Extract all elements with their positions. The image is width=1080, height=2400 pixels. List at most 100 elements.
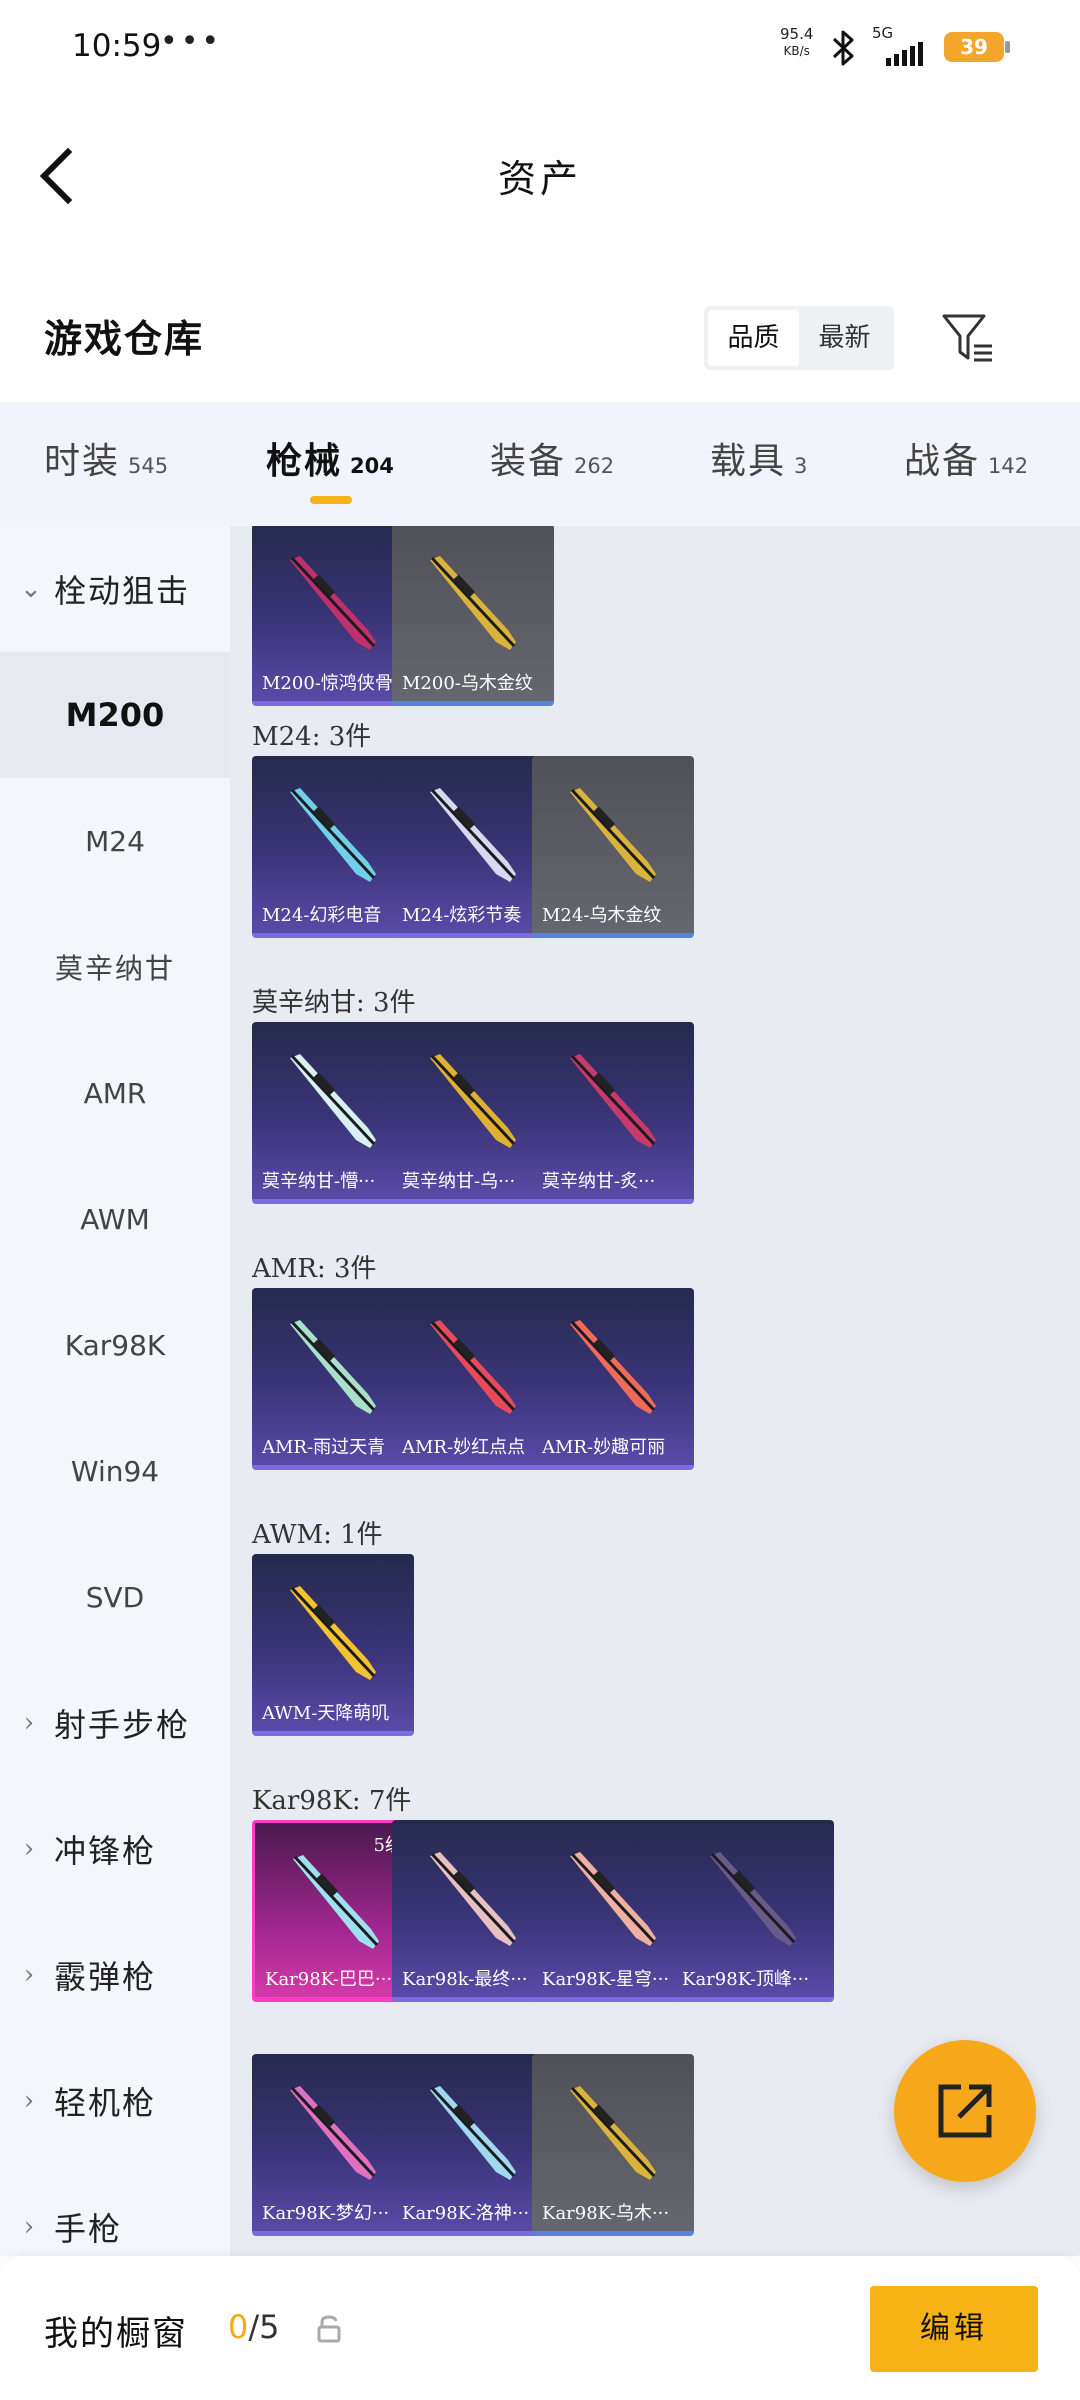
tab-label: 时装 [44,441,121,482]
sort-quality-button[interactable]: 品质 [708,310,799,366]
skin-name: AMR-妙红点点 [402,1437,526,1458]
weapon-skin-card[interactable]: 5级 Kar98K-巴巴··· [252,1820,414,2002]
sidebar-group-label: 射手步枪 [54,1706,191,1744]
skin-name: Kar98K-梦幻··· [262,2203,390,2224]
sidebar-group-bolt-action-sniper[interactable]: ⌄ 栓动狙击 [0,526,230,652]
section-label-kar98k: Kar98K: 7件 [252,1786,412,1816]
weapon-skin-card[interactable]: AMR-妙趣可丽 [532,1288,694,1470]
rifle-icon [570,2086,656,2180]
sidebar-group-label: 栓动狙击 [54,572,191,610]
sidebar-item-svd[interactable]: SVD [0,1534,230,1660]
weapon-skin-card[interactable]: AWM-天降萌叽 [252,1554,414,1736]
rifle-icon [570,788,656,882]
share-icon [938,2084,992,2138]
rifle-icon [290,788,376,882]
weapon-skin-card[interactable]: 莫辛纳甘-乌··· [392,1022,554,1204]
rifle-icon [290,1586,376,1680]
skin-name: AWM-天降萌叽 [262,1703,390,1724]
weapon-skin-card[interactable]: M200-乌木金纹 [392,526,554,706]
tab-count: 142 [988,454,1029,478]
showcase-bar: 我的橱窗 0/5 编辑 [0,2256,1080,2400]
rifle-icon [290,2086,376,2180]
skin-name: 莫辛纳甘-懵··· [262,1171,376,1192]
weapon-skin-card[interactable]: Kar98K-梦幻··· [252,2054,414,2236]
status-bar: 10:59 ••• 95.4 KB/s 5G 39 [0,0,1080,96]
skin-name: Kar98K-乌木··· [542,2203,670,2224]
edit-button[interactable]: 编辑 [870,2286,1038,2372]
rifle-icon [430,2086,516,2180]
network-speed-value: 95.4 [780,25,814,43]
rifle-icon [430,1054,516,1148]
rifle-icon [430,1852,516,1946]
warehouse-title: 游戏仓库 [44,316,205,361]
skin-name: M24-乌木金纹 [542,905,662,926]
skin-name: Kar98K-洛神··· [402,2203,530,2224]
sidebar-item-mosin[interactable]: 莫辛纳甘 [0,904,230,1030]
chevron-right-icon: › [23,2212,37,2242]
showcase-count: 0/5 [228,2308,280,2346]
sidebar-item-m200[interactable]: M200 [0,652,230,778]
sidebar-group-marksman-rifle[interactable]: › 射手步枪 [0,1660,230,1786]
weapon-skin-card[interactable]: M200-惊鸿侠骨 [252,526,414,706]
sidebar-item-label: SVD [85,1580,145,1614]
rifle-icon [570,1054,656,1148]
sidebar-item-label: M200 [65,696,165,734]
sidebar-item-awm[interactable]: AWM [0,1156,230,1282]
rifle-icon [290,556,376,650]
weapon-skin-card[interactable]: 莫辛纳甘-炙··· [532,1022,694,1204]
sidebar-item-label: AWM [80,1202,150,1236]
chevron-right-icon: › [23,1834,37,1864]
sort-newest-button[interactable]: 最新 [799,310,890,366]
weapon-skin-card[interactable]: 莫辛纳甘-懵··· [252,1022,414,1204]
sidebar-item-label: Win94 [70,1454,160,1488]
sidebar-group-lmg[interactable]: › 轻机枪 [0,2038,230,2164]
weapon-skin-card[interactable]: Kar98K-洛神··· [392,2054,554,2236]
sidebar-item-m24[interactable]: M24 [0,778,230,904]
tab-vehicles[interactable]: 载具 3 [710,432,807,492]
tab-label: 战备 [904,441,981,482]
weapon-skin-card[interactable]: Kar98K-星穹··· [532,1820,694,2002]
lock-icon [317,2315,341,2343]
skin-name: Kar98K-巴巴··· [265,1969,393,1990]
status-time: 10:59 [72,28,162,64]
sidebar-group-shotgun[interactable]: › 霰弹枪 [0,1912,230,2038]
network-speed: 95.4 KB/s [780,26,813,60]
weapon-skin-card[interactable]: AMR-雨过天青 [252,1288,414,1470]
header: 资产 [0,96,1080,256]
sidebar-item-label: Kar98K [64,1328,166,1362]
tab-fashion[interactable]: 时装 545 [44,432,168,492]
tab-equipment[interactable]: 装备 262 [490,432,614,492]
sidebar-item-kar98k[interactable]: Kar98K [0,1282,230,1408]
skin-name: Kar98K-星穹··· [542,1969,670,1990]
tab-guns[interactable]: 枪械 204 [266,432,394,492]
filter-icon[interactable] [940,310,996,366]
signal-icon: 5G [872,24,934,68]
skin-name: M200-惊鸿侠骨 [262,673,393,694]
sidebar-item-label: AMR [83,1076,147,1110]
weapon-skin-card[interactable]: Kar98K-乌木··· [532,2054,694,2236]
weapon-skin-card[interactable]: M24-乌木金纹 [532,756,694,938]
rifle-icon [570,1320,656,1414]
sort-toggle: 品质 最新 [704,306,894,370]
network-speed-unit: KB/s [783,44,810,58]
section-label-mosin: 莫辛纳甘: 3件 [252,988,416,1018]
sidebar-item-win94[interactable]: Win94 [0,1408,230,1534]
weapon-skin-card[interactable]: M24-幻彩电音 [252,756,414,938]
sidebar-item-amr[interactable]: AMR [0,1030,230,1156]
share-button[interactable] [894,2040,1036,2182]
battery-icon: 39 [944,32,1010,62]
sidebar-group-smg[interactable]: › 冲锋枪 [0,1786,230,1912]
rifle-icon [290,1320,376,1414]
tab-count: 262 [574,454,615,478]
skin-name: M24-幻彩电音 [262,905,382,926]
sidebar-group-label: 冲锋枪 [54,1832,157,1870]
tab-count: 545 [128,454,169,478]
tab-combat-gear[interactable]: 战备 142 [904,432,1028,492]
page-title: 资产 [497,157,582,201]
tab-label: 载具 [710,441,787,482]
weapon-skin-card[interactable]: Kar98k-最终··· [392,1820,554,2002]
section-label-awm: AWM: 1件 [252,1520,383,1550]
weapon-skin-card[interactable]: Kar98K-顶峰··· [672,1820,834,2002]
weapon-skin-card[interactable]: AMR-妙红点点 [392,1288,554,1470]
weapon-skin-card[interactable]: M24-炫彩节奏 [392,756,554,938]
